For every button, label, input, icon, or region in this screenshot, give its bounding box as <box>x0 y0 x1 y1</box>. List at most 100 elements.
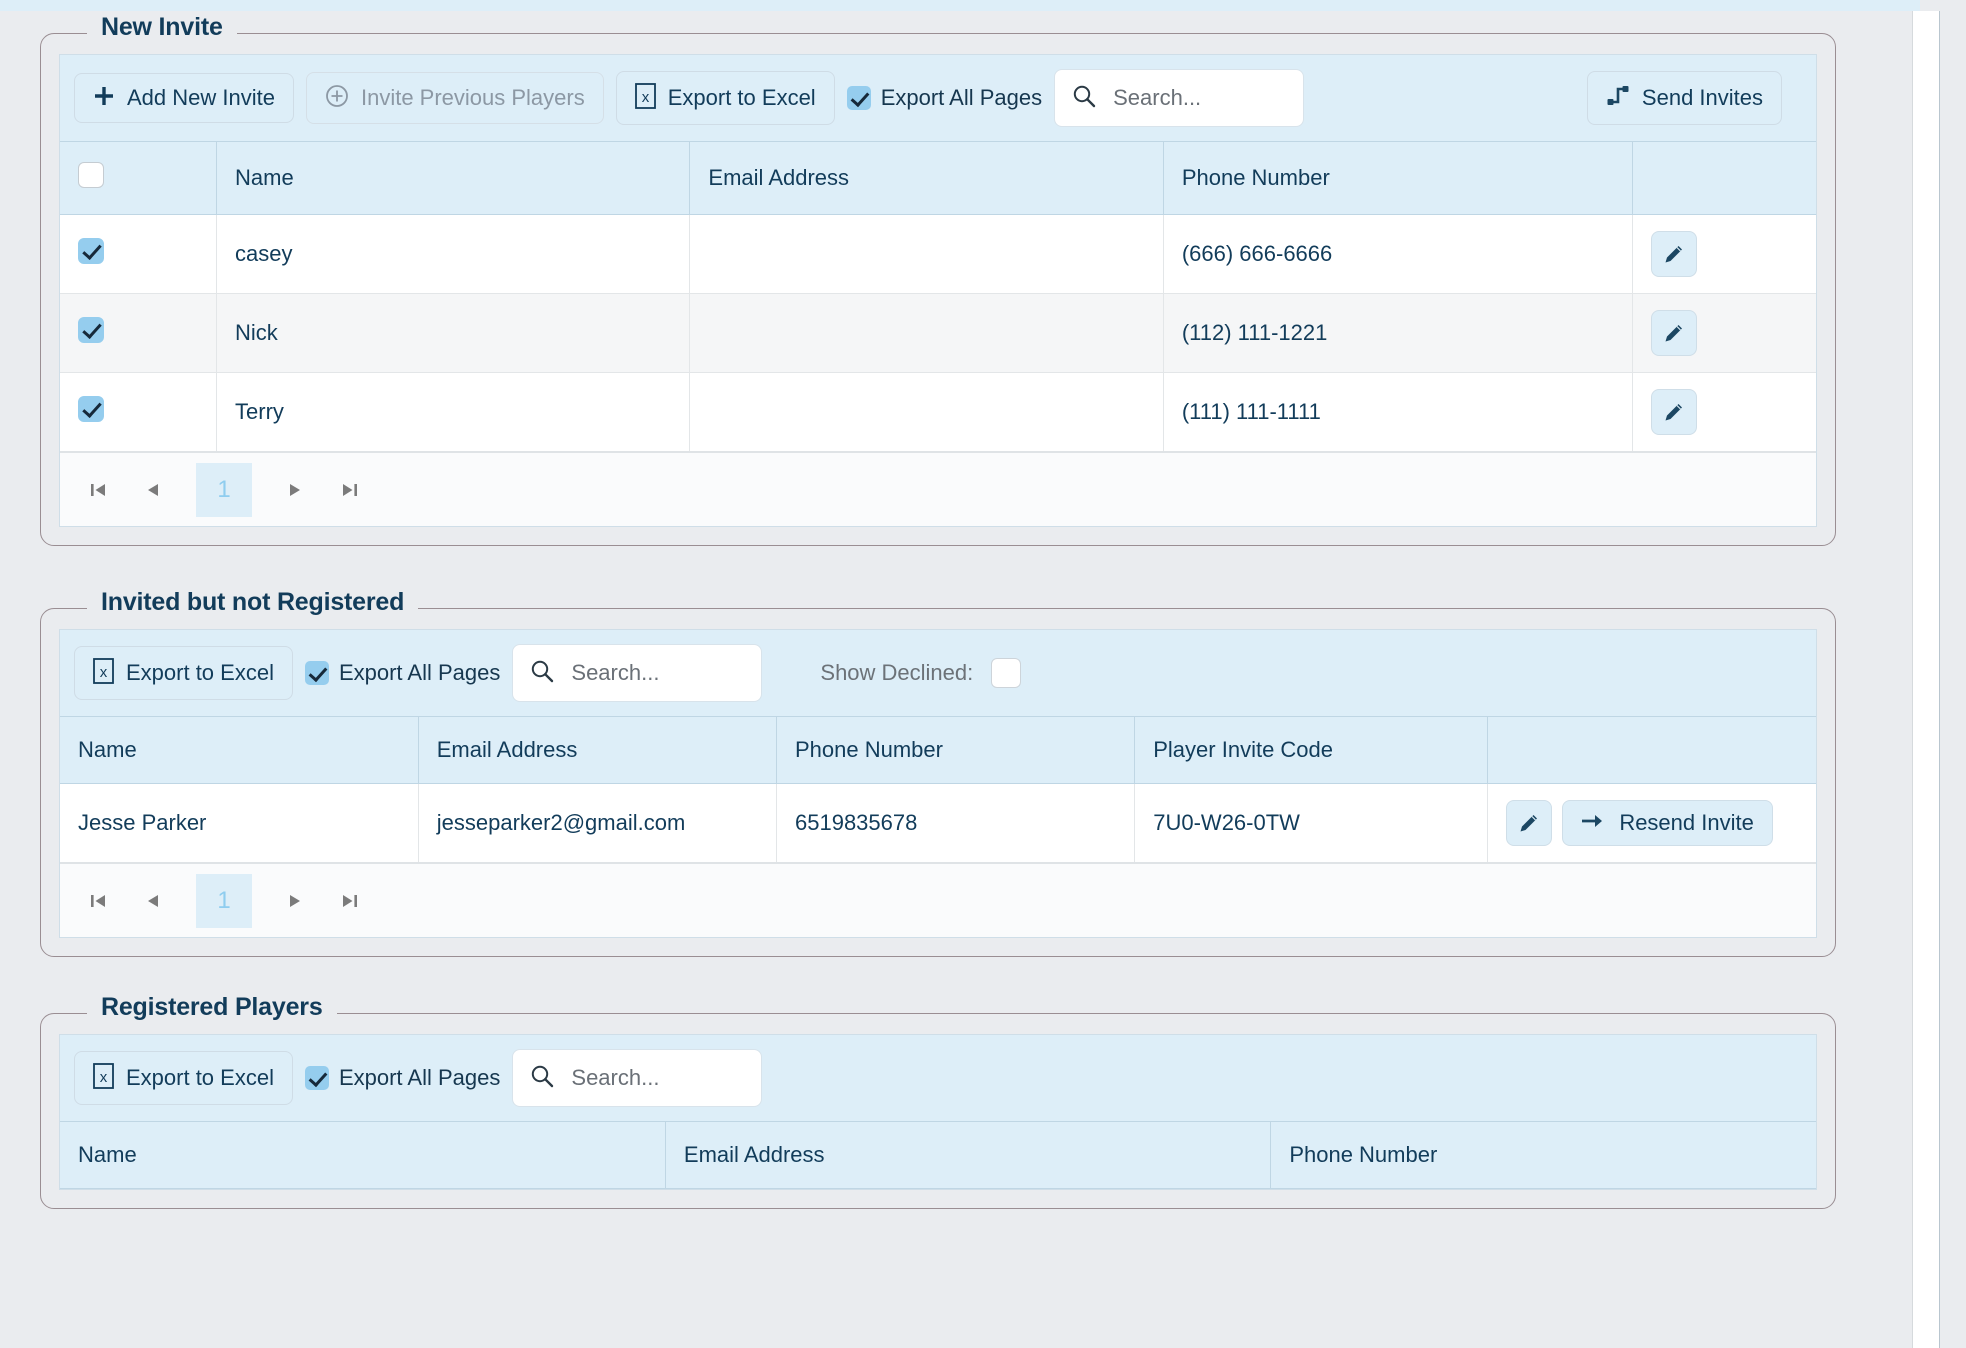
search-input-2[interactable]: Search... <box>512 644 763 702</box>
column-header-actions-2 <box>1487 716 1816 784</box>
svg-text:x: x <box>100 664 108 681</box>
column-header-name-2[interactable]: Name <box>60 716 419 784</box>
last-page-button-1[interactable] <box>324 464 374 516</box>
pager-2: 1 <box>60 863 1816 937</box>
search-input-1[interactable]: Search... <box>1054 69 1305 127</box>
svg-text:x: x <box>100 1069 108 1086</box>
excel-file-icon: x <box>93 1063 114 1093</box>
page-number-1[interactable]: 1 <box>196 462 252 517</box>
next-page-button-1[interactable] <box>270 464 320 516</box>
top-accent-strip <box>0 0 1920 11</box>
app-page: New Invite Add New Invite Invite Previou… <box>0 0 1966 1348</box>
column-header-phone-3[interactable]: Phone Number <box>1270 1121 1816 1189</box>
show-declined-control[interactable]: Show Declined: <box>820 658 1022 688</box>
invited-grid: x Export to Excel Export All Pages Searc… <box>59 629 1817 938</box>
last-page-icon <box>343 894 357 907</box>
search-placeholder-1: Search... <box>1113 85 1202 110</box>
page-number-2[interactable]: 1 <box>196 873 252 928</box>
column-header-email-2[interactable]: Email Address <box>418 716 778 784</box>
last-page-icon <box>343 483 357 496</box>
export-all-pages-box-1[interactable] <box>846 86 871 110</box>
export-all-pages-box-2[interactable] <box>304 661 329 685</box>
export-to-excel-button-1[interactable]: x Export to Excel <box>615 71 835 125</box>
column-header-name-1[interactable]: Name <box>216 141 691 215</box>
column-header-email-1[interactable]: Email Address <box>689 141 1164 215</box>
excel-file-icon: x <box>93 658 114 688</box>
cell-email <box>689 372 1164 452</box>
search-icon <box>1071 83 1097 114</box>
row-checkbox[interactable] <box>78 396 104 422</box>
column-header-name-3[interactable]: Name <box>60 1121 666 1189</box>
cell-invite-code: 7U0-W26-0TW <box>1134 783 1489 863</box>
section-title-invited-not-registered: Invited but not Registered <box>87 588 419 617</box>
first-page-button-1[interactable] <box>74 464 124 516</box>
first-page-icon <box>91 894 105 907</box>
export-all-pages-box-3[interactable] <box>304 1066 329 1090</box>
prev-page-icon <box>148 483 158 496</box>
row-checkbox[interactable] <box>78 317 104 343</box>
export-to-excel-button-3[interactable]: x Export to Excel <box>74 1051 293 1105</box>
registered-table: Name Email Address Phone Number <box>60 1121 1816 1189</box>
pencil-icon <box>1665 246 1683 263</box>
send-invites-button[interactable]: Send Invites <box>1586 71 1782 125</box>
cell-actions <box>1632 214 1816 294</box>
cell-name: Jesse Parker <box>60 783 419 863</box>
search-icon <box>529 1063 555 1094</box>
export-all-pages-checkbox-1[interactable]: Export All Pages <box>846 85 1042 111</box>
export-to-excel-button-2[interactable]: x Export to Excel <box>74 646 293 700</box>
prev-page-button-1[interactable] <box>128 464 178 516</box>
select-all-checkbox[interactable] <box>78 162 104 188</box>
table-row: casey (666) 666-6666 <box>60 214 1816 294</box>
search-icon <box>529 658 555 689</box>
add-new-invite-button[interactable]: Add New Invite <box>74 73 294 123</box>
table-header-row-1: Name Email Address Phone Number <box>60 141 1816 215</box>
cell-name: Terry <box>216 372 691 452</box>
table-header-row-3: Name Email Address Phone Number <box>60 1121 1816 1189</box>
prev-page-button-2[interactable] <box>128 875 178 927</box>
new-invite-toolbar: Add New Invite Invite Previous Players x… <box>60 55 1816 141</box>
section-registered-players: Registered Players x Export to Excel Exp… <box>40 993 1836 1209</box>
search-input-3[interactable]: Search... <box>512 1049 763 1107</box>
export-all-pages-label-2: Export All Pages <box>338 660 501 685</box>
column-header-phone-1[interactable]: Phone Number <box>1163 141 1634 215</box>
select-all-header <box>60 141 218 215</box>
show-declined-label: Show Declined: <box>820 660 974 685</box>
cell-email: jesseparker2@gmail.com <box>418 783 778 863</box>
show-declined-checkbox[interactable] <box>991 658 1022 688</box>
cell-phone: (111) 111-1111 <box>1163 372 1634 452</box>
column-header-email-3[interactable]: Email Address <box>665 1121 1272 1189</box>
section-new-invite: New Invite Add New Invite Invite Previou… <box>40 13 1836 546</box>
export-all-pages-checkbox-3[interactable]: Export All Pages <box>304 1065 500 1091</box>
column-header-phone-2[interactable]: Phone Number <box>776 716 1136 784</box>
edit-row-button[interactable] <box>1506 800 1553 846</box>
page-content: New Invite Add New Invite Invite Previou… <box>0 11 1920 1348</box>
export-all-pages-checkbox-2[interactable]: Export All Pages <box>304 660 501 686</box>
row-checkbox[interactable] <box>78 238 104 264</box>
row-action-group: Resend Invite <box>1506 800 1798 846</box>
cell-name: casey <box>216 214 691 294</box>
scrollbar-gutter <box>1940 0 1966 1348</box>
section-title-registered-players: Registered Players <box>87 993 337 1022</box>
pencil-icon <box>1520 815 1538 832</box>
new-invite-grid: Add New Invite Invite Previous Players x… <box>59 54 1817 527</box>
cell-email <box>689 293 1164 373</box>
cell-actions: Resend Invite <box>1487 783 1816 863</box>
edit-row-button[interactable] <box>1651 389 1698 435</box>
new-invite-table: Name Email Address Phone Number casey (6… <box>60 141 1816 452</box>
last-page-button-2[interactable] <box>324 875 374 927</box>
first-page-icon <box>91 483 105 496</box>
vertical-scrollbar[interactable] <box>1912 11 1940 1348</box>
table-row: Jesse Parker jesseparker2@gmail.com 6519… <box>60 783 1816 863</box>
edit-row-button[interactable] <box>1651 310 1698 356</box>
share-icon <box>1606 83 1630 113</box>
invite-previous-players-button[interactable]: Invite Previous Players <box>305 72 604 124</box>
search-placeholder-3: Search... <box>571 1065 660 1090</box>
first-page-button-2[interactable] <box>74 875 124 927</box>
next-page-button-2[interactable] <box>270 875 320 927</box>
invite-previous-players-label: Invite Previous Players <box>360 85 585 110</box>
resend-invite-button[interactable]: Resend Invite <box>1562 800 1773 846</box>
add-new-invite-label: Add New Invite <box>127 85 275 110</box>
column-header-invite-code[interactable]: Player Invite Code <box>1134 716 1489 784</box>
edit-row-button[interactable] <box>1651 231 1698 277</box>
cell-actions <box>1632 293 1816 373</box>
